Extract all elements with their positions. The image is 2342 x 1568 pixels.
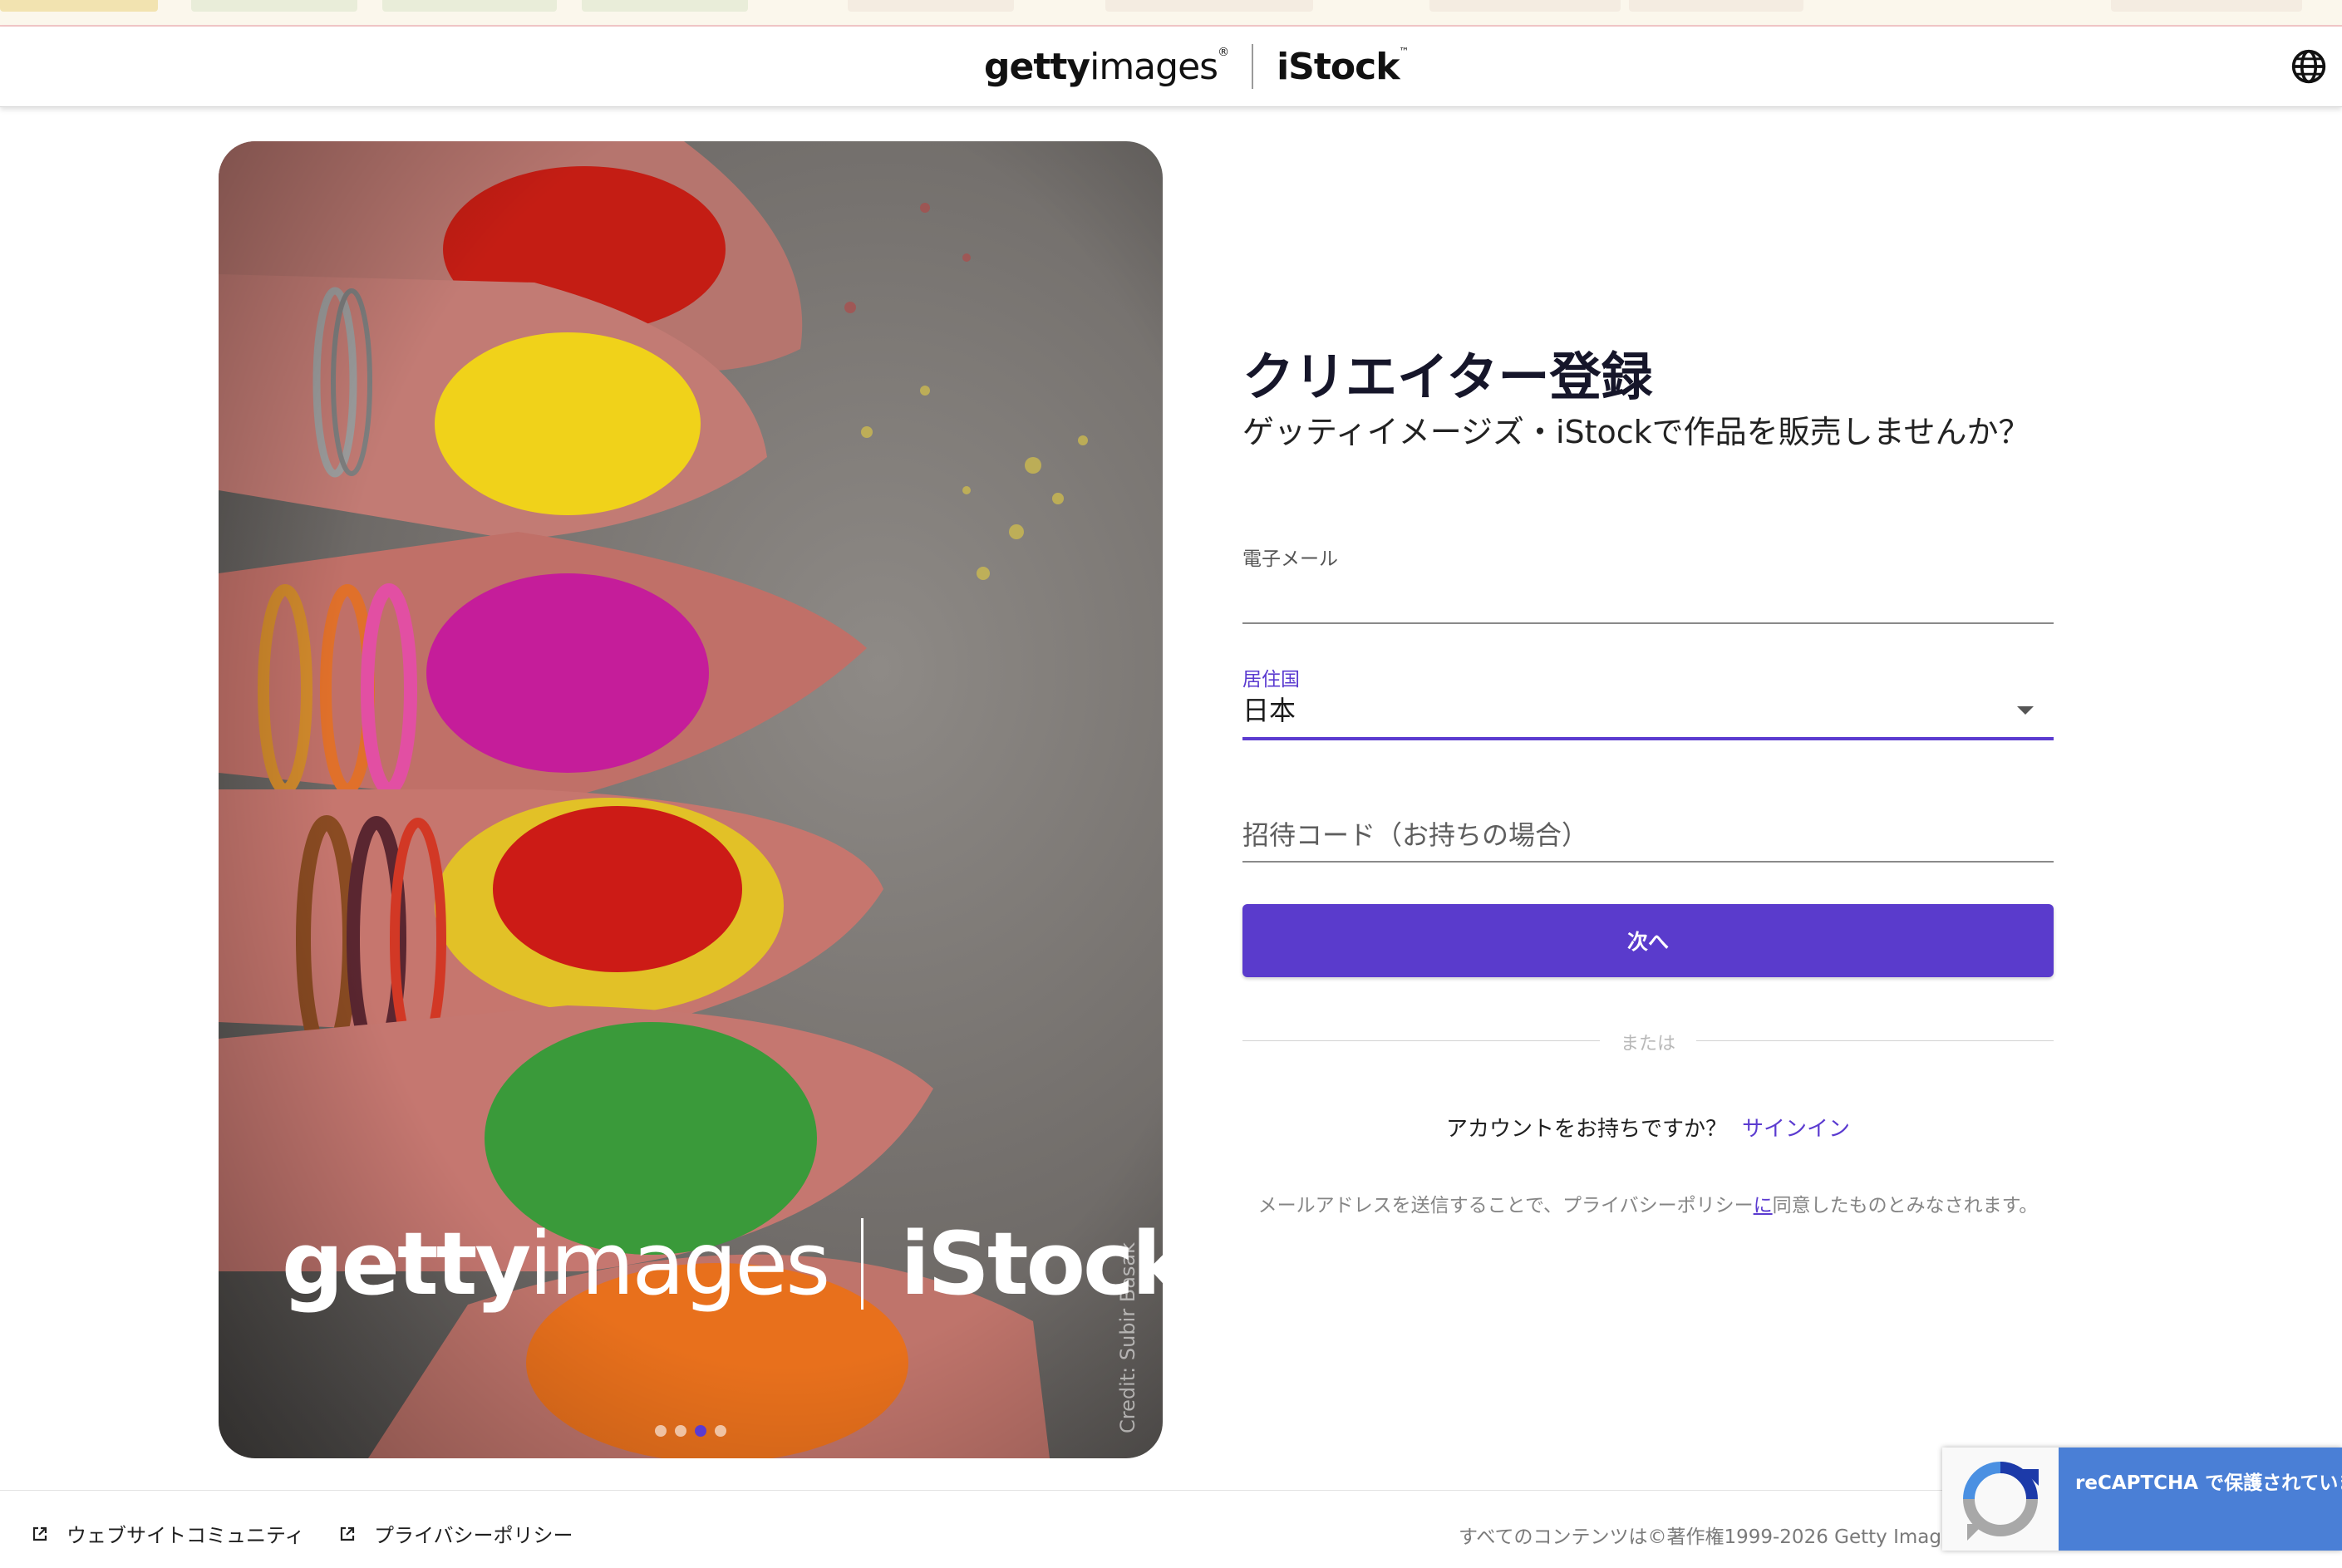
sign-in-link[interactable]: サインイン bbox=[1742, 1117, 1850, 1142]
footer-link-community[interactable]: ウェブサイトコミュニティ bbox=[32, 1519, 305, 1548]
bookmark-item[interactable] bbox=[1429, 0, 1621, 12]
hero-brand-logo: gettyimages iStock bbox=[282, 1213, 1163, 1315]
email-underline bbox=[1242, 622, 2054, 624]
bookmark-item[interactable] bbox=[582, 0, 748, 12]
or-divider: または bbox=[1242, 1030, 2054, 1054]
consent-text: メールアドレスを送信することで、プライバシーポリシーに同意したものとみなされます… bbox=[1242, 1197, 2054, 1216]
page-subtitle: ゲッティイメージズ・iStockで作品を販売しませんか？ bbox=[1242, 414, 2030, 451]
email-label: 電子メール bbox=[1242, 548, 1338, 570]
carousel-dot[interactable] bbox=[675, 1425, 686, 1437]
divider-line bbox=[1696, 1040, 2054, 1041]
next-button[interactable]: 次へ bbox=[1242, 904, 2054, 977]
brand-logo[interactable]: gettyimages® iStock™ bbox=[984, 40, 1409, 93]
invite-code-field[interactable]: 招待コード（お持ちの場合） bbox=[1242, 811, 2054, 877]
privacy-consent-link[interactable]: に bbox=[1754, 1195, 1773, 1217]
logo-divider bbox=[1252, 44, 1254, 89]
footer-privacy-label: プライバシーポリシー bbox=[374, 1524, 573, 1547]
recaptcha-label: reCAPTCHA で保護されています bbox=[2059, 1448, 2342, 1551]
consent-before: メールアドレスを送信することで、プライバシーポリシー bbox=[1257, 1195, 1754, 1217]
or-text: または bbox=[1620, 1034, 1675, 1054]
external-link-icon bbox=[340, 1526, 355, 1541]
istock-logo: iStock™ bbox=[1277, 45, 1409, 88]
country-select[interactable]: 居住国 日本 bbox=[1242, 663, 2054, 746]
email-field[interactable]: 電子メール bbox=[1242, 543, 2057, 626]
carousel-dot-active[interactable] bbox=[695, 1425, 706, 1437]
carousel-dot[interactable] bbox=[715, 1425, 726, 1437]
hero-image: gettyimages iStock Credit: Subir Basak bbox=[219, 141, 1163, 1458]
invite-code-underline bbox=[1242, 861, 2054, 863]
bookmark-item[interactable] bbox=[848, 0, 1014, 12]
recaptcha-icon bbox=[1942, 1448, 2059, 1551]
hero-gettyimages-logo: gettyimages bbox=[282, 1213, 830, 1315]
signin-prompt: アカウントをお持ちですか？ サインイン bbox=[1242, 1112, 2054, 1143]
bookmark-item[interactable] bbox=[1105, 0, 1313, 12]
bookmarks-bar bbox=[0, 0, 2342, 27]
site-header: gettyimages® iStock™ bbox=[0, 27, 2342, 107]
chevron-down-icon[interactable] bbox=[2017, 706, 2034, 715]
have-account-text: アカウントをお持ちですか？ bbox=[1445, 1117, 1727, 1142]
footer-link-privacy[interactable]: プライバシーポリシー bbox=[339, 1519, 573, 1548]
copyright-text: すべてのコンテンツは©著作権1999-2026 Getty Images bbox=[1459, 1526, 1964, 1548]
recaptcha-badge[interactable]: reCAPTCHA で保護されています bbox=[1942, 1448, 2342, 1551]
invite-code-placeholder: 招待コード（お持ちの場合） bbox=[1242, 819, 1589, 851]
page-title: クリエイター登録 bbox=[1242, 347, 1653, 407]
bookmark-item[interactable] bbox=[382, 0, 557, 12]
hero-logo-divider bbox=[861, 1218, 864, 1310]
country-underline bbox=[1242, 737, 2054, 740]
carousel-dots bbox=[655, 1425, 726, 1437]
bookmark-item[interactable] bbox=[2111, 0, 2302, 12]
consent-after: 同意したものとみなされます。 bbox=[1772, 1195, 2039, 1217]
external-link-icon bbox=[32, 1526, 47, 1541]
footer-community-label: ウェブサイトコミュニティ bbox=[66, 1524, 305, 1547]
globe-icon[interactable] bbox=[2290, 48, 2327, 85]
gettyimages-logo: gettyimages® bbox=[984, 45, 1229, 88]
creator-signup-form: クリエイター登録 ゲッティイメージズ・iStockで作品を販売しませんか？ 電子… bbox=[1242, 347, 2057, 1216]
country-value: 日本 bbox=[1242, 695, 1296, 726]
email-input[interactable] bbox=[1242, 576, 2057, 617]
bookmark-item[interactable] bbox=[0, 0, 158, 12]
carousel-dot[interactable] bbox=[655, 1425, 667, 1437]
country-label: 居住国 bbox=[1242, 669, 1300, 691]
bookmark-item[interactable] bbox=[191, 0, 357, 12]
bookmark-item[interactable] bbox=[1629, 0, 1803, 12]
photo-credit: Credit: Subir Basak bbox=[1116, 1241, 1139, 1433]
